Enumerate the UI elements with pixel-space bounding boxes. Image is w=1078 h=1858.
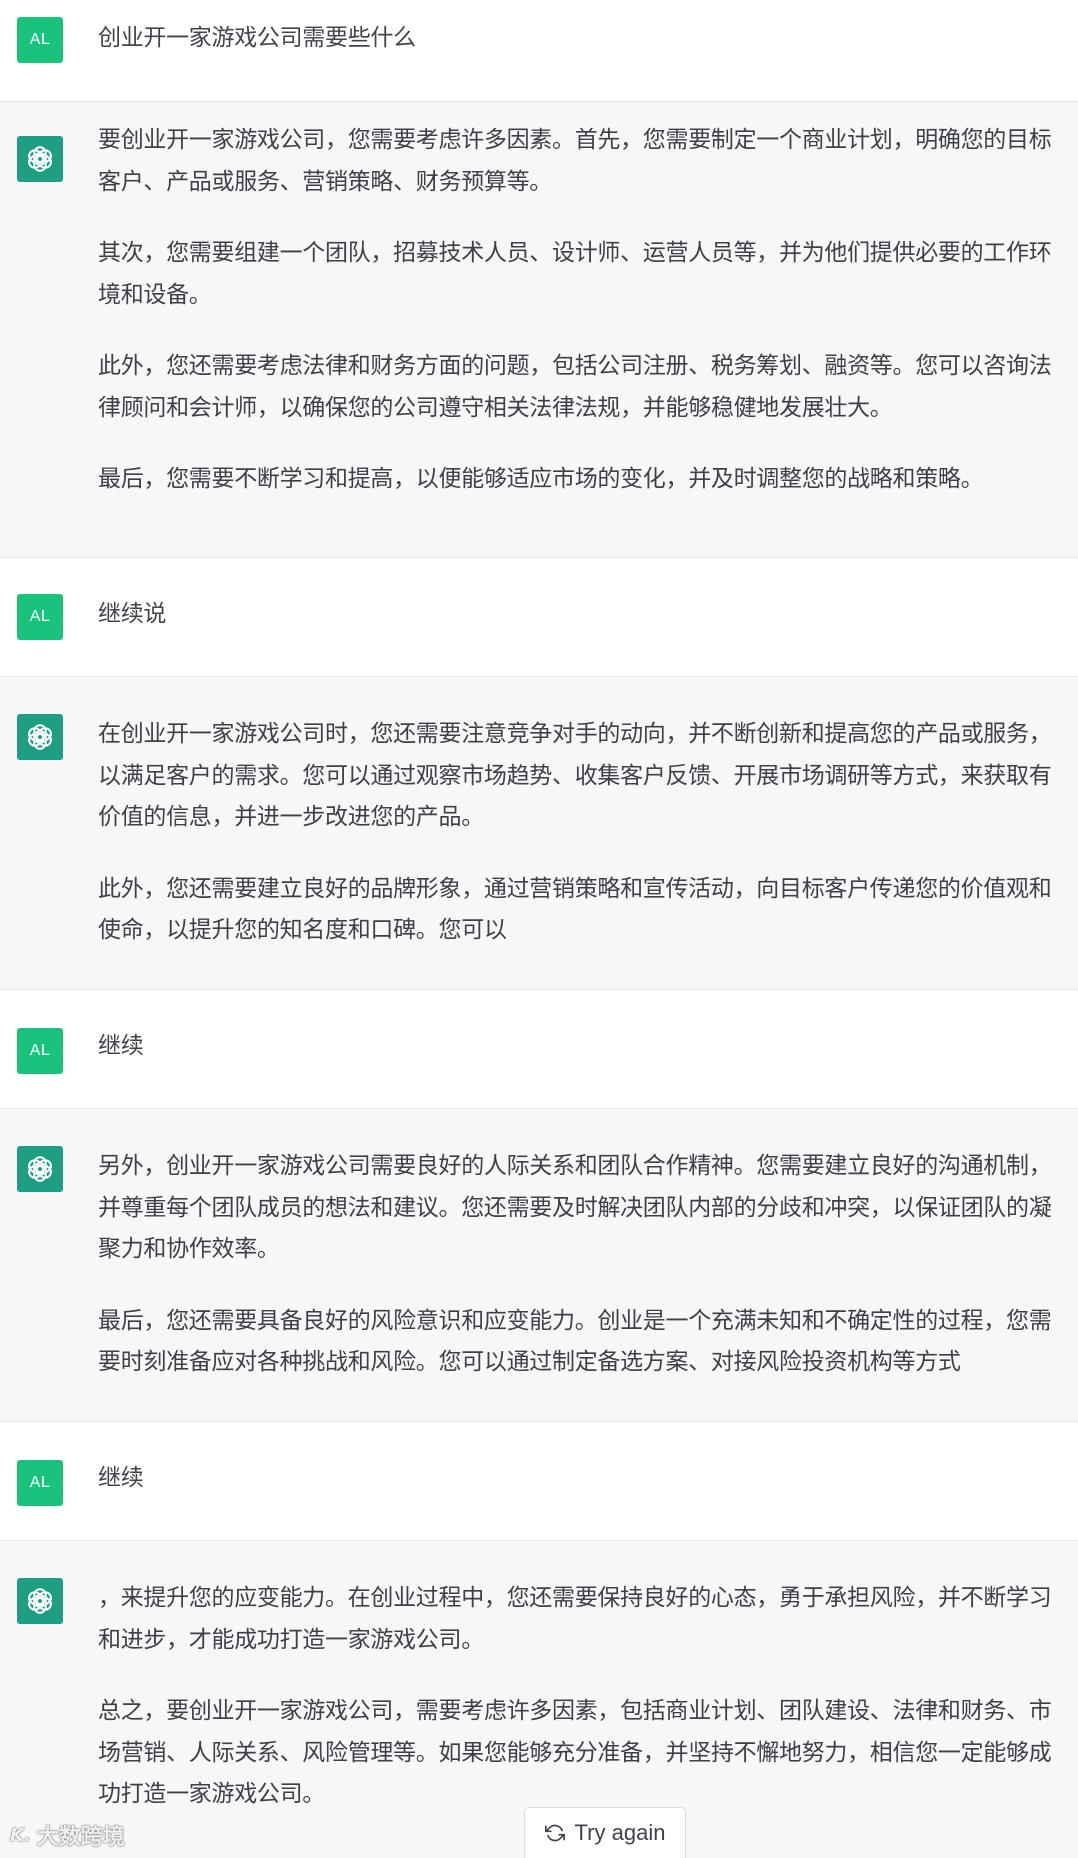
message-text: 在创业开一家游戏公司时，您还需要注意竞争对手的动向，并不断创新和提高您的产品或服… bbox=[98, 714, 1060, 952]
message-text: 继续 bbox=[98, 1026, 1060, 1068]
watermark-text: 大数跨境 bbox=[36, 1825, 125, 1850]
openai-logo-icon bbox=[28, 724, 52, 750]
assistant-message: 另外，创业开一家游戏公司需要良好的人际关系和团队合作精神。您需要建立良好的沟通机… bbox=[0, 1109, 1078, 1422]
message-paragraph: 其次，您需要组建一个团队，招募技术人员、设计师、运营人员等，并为他们提供必要的工… bbox=[98, 240, 1052, 308]
user-avatar-initials: AL bbox=[29, 1042, 51, 1059]
message-paragraph: 继续 bbox=[98, 1465, 144, 1491]
message-text: 要创业开一家游戏公司，您需要考虑许多因素。首先，您需要制定一个商业计划，明确您的… bbox=[98, 120, 1060, 501]
message-paragraph: ，来提升您的应变能力。在创业过程中，您还需要保持良好的心态，勇于承担风险，并不断… bbox=[98, 1585, 1052, 1653]
openai-logo-icon bbox=[28, 1156, 52, 1182]
try-again-label: Try again bbox=[574, 1820, 666, 1845]
openai-logo-icon bbox=[28, 146, 52, 172]
user-avatar: AL bbox=[17, 1460, 63, 1506]
message-text: 另外，创业开一家游戏公司需要良好的人际关系和团队合作精神。您需要建立良好的沟通机… bbox=[98, 1146, 1060, 1384]
assistant-message: 要创业开一家游戏公司，您需要考虑许多因素。首先，您需要制定一个商业计划，明确您的… bbox=[0, 102, 1078, 558]
message-text: ，来提升您的应变能力。在创业过程中，您还需要保持良好的心态，勇于承担风险，并不断… bbox=[98, 1578, 1060, 1816]
message-paragraph: 此外，您还需要建立良好的品牌形象，通过营销策略和宣传活动，向目标客户传递您的价值… bbox=[98, 875, 1052, 944]
assistant-message: 在创业开一家游戏公司时，您还需要注意竞争对手的动向，并不断创新和提高您的产品或服… bbox=[0, 677, 1078, 990]
user-message: AL 继续说 bbox=[0, 558, 1078, 677]
message-text: 继续 bbox=[98, 1458, 1060, 1500]
user-avatar-initials: AL bbox=[29, 31, 51, 48]
assistant-avatar bbox=[17, 1578, 63, 1624]
message-paragraph: 创业开一家游戏公司需要些什么 bbox=[98, 25, 416, 51]
user-avatar-initials: AL bbox=[29, 1474, 51, 1491]
try-again-button[interactable]: Try again bbox=[524, 1807, 686, 1858]
user-avatar: AL bbox=[17, 1028, 63, 1074]
refresh-icon bbox=[544, 1824, 565, 1842]
message-paragraph: 继续 bbox=[98, 1033, 144, 1059]
watermark-logo: K. bbox=[10, 1824, 31, 1846]
watermark: K. 大数跨境 bbox=[10, 1818, 125, 1852]
assistant-avatar bbox=[17, 1146, 63, 1192]
message-text: 创业开一家游戏公司需要些什么 bbox=[98, 18, 1060, 60]
assistant-avatar bbox=[17, 136, 63, 182]
user-message: AL 继续 bbox=[0, 1422, 1078, 1541]
message-text: 继续说 bbox=[98, 594, 1060, 636]
user-avatar: AL bbox=[17, 594, 63, 640]
user-avatar: AL bbox=[17, 17, 63, 63]
message-paragraph: 最后，您还需要具备良好的风险意识和应变能力。创业是一个充满未知和不确定性的过程，… bbox=[98, 1307, 1052, 1376]
message-paragraph: 总之，要创业开一家游戏公司，需要考虑许多因素，包括商业计划、团队建设、法律和财务… bbox=[98, 1698, 1052, 1807]
user-message: AL 继续 bbox=[0, 990, 1078, 1109]
user-avatar-initials: AL bbox=[29, 608, 51, 625]
message-paragraph: 要创业开一家游戏公司，您需要考虑许多因素。首先，您需要制定一个商业计划，明确您的… bbox=[98, 127, 1052, 195]
message-paragraph: 继续说 bbox=[98, 601, 167, 627]
message-paragraph: 在创业开一家游戏公司时，您还需要注意竞争对手的动向，并不断创新和提高您的产品或服… bbox=[98, 721, 1052, 830]
message-paragraph: 此外，您还需要考虑法律和财务方面的问题，包括公司注册、税务筹划、融资等。您可以咨… bbox=[98, 353, 1052, 421]
user-message: AL 创业开一家游戏公司需要些什么 bbox=[0, 0, 1078, 102]
assistant-avatar bbox=[17, 714, 63, 760]
message-paragraph: 最后，您需要不断学习和提高，以便能够适应市场的变化，并及时调整您的战略和策略。 bbox=[98, 466, 984, 492]
message-paragraph: 另外，创业开一家游戏公司需要良好的人际关系和团队合作精神。您需要建立良好的沟通机… bbox=[98, 1153, 1052, 1262]
openai-logo-icon bbox=[28, 1588, 52, 1614]
